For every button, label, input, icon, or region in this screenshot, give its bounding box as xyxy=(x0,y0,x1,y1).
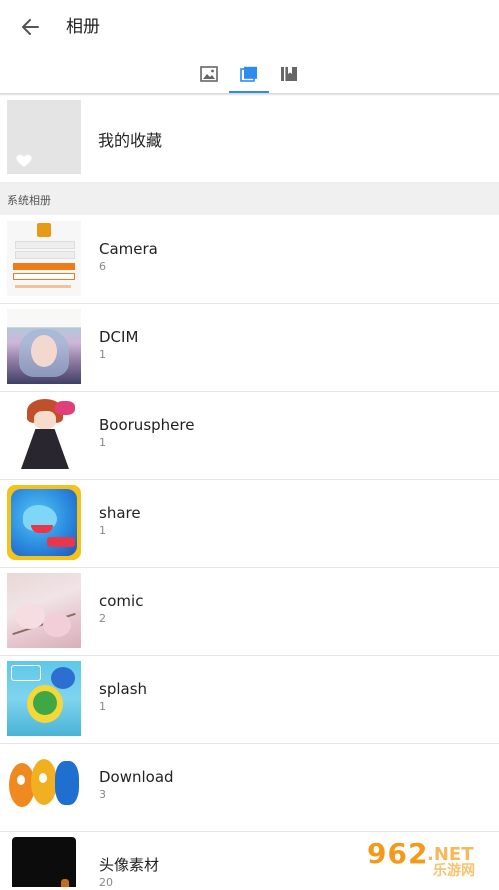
album-thumbnail xyxy=(7,309,81,384)
section-header: 系统相册 xyxy=(0,182,499,215)
album-name: Download xyxy=(99,768,174,786)
album-name: comic xyxy=(99,592,144,610)
album-row-camera[interactable]: Camera 6 xyxy=(0,216,499,304)
album-name: Boorusphere xyxy=(99,416,195,434)
favorites-thumbnail xyxy=(7,100,81,174)
album-count: 1 xyxy=(99,436,106,449)
favorites-row[interactable]: 我的收藏 xyxy=(0,96,499,181)
album-icon xyxy=(240,66,257,82)
page-title: 相册 xyxy=(66,17,100,37)
section-label: 系统相册 xyxy=(7,194,51,207)
watermark-sub: 乐游网 xyxy=(433,863,475,879)
album-row-splash[interactable]: splash 1 xyxy=(0,656,499,744)
album-name: splash xyxy=(99,680,148,698)
album-thumbnail xyxy=(7,573,81,648)
album-count: 1 xyxy=(99,348,106,361)
album-row-share[interactable]: share 1 xyxy=(0,480,499,568)
album-thumbnail xyxy=(7,837,81,887)
tab-albums[interactable] xyxy=(229,54,269,93)
back-arrow-icon xyxy=(22,19,39,35)
tab-bar xyxy=(0,54,499,93)
tab-photos[interactable] xyxy=(189,54,229,93)
heart-icon xyxy=(16,154,32,167)
album-name: share xyxy=(99,504,141,522)
album-thumbnail xyxy=(7,221,81,296)
album-name: 头像素材 xyxy=(99,856,160,874)
album-row-comic[interactable]: comic 2 xyxy=(0,568,499,656)
album-count: 3 xyxy=(99,788,106,801)
album-count: 6 xyxy=(99,260,106,273)
album-thumbnail xyxy=(7,749,81,824)
album-count: 1 xyxy=(99,700,106,713)
album-row-dcim[interactable]: DCIM 1 xyxy=(0,304,499,392)
album-row-download[interactable]: Download 3 xyxy=(0,744,499,832)
image-icon xyxy=(200,65,218,82)
favorites-label: 我的收藏 xyxy=(98,131,163,150)
album-count: 1 xyxy=(99,524,106,537)
watermark-logo: 962 .NET 乐游网 xyxy=(361,836,497,884)
album-thumbnail xyxy=(7,661,81,736)
album-count: 2 xyxy=(99,612,106,625)
app-bar: 相册 xyxy=(0,0,499,54)
tab-bookmarks[interactable] xyxy=(269,54,309,93)
watermark-main: 962 xyxy=(367,837,429,870)
album-thumbnail xyxy=(7,485,81,560)
bookmark-icon xyxy=(281,66,297,81)
album-name: Camera xyxy=(99,240,158,258)
album-row-boorusphere[interactable]: Boorusphere 1 xyxy=(0,392,499,480)
album-count: 20 xyxy=(99,876,113,889)
album-thumbnail xyxy=(7,397,81,472)
back-button[interactable] xyxy=(14,11,46,43)
album-name: DCIM xyxy=(99,328,139,346)
